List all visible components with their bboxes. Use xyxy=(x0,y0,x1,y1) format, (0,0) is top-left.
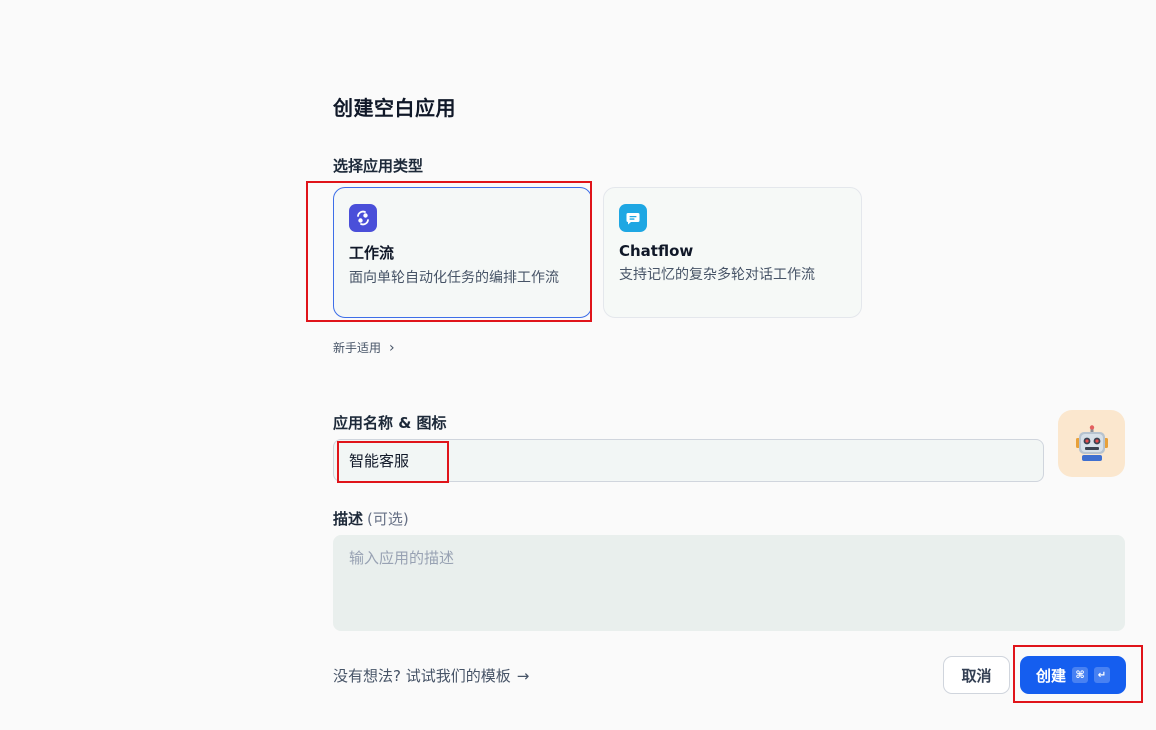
templates-link-label: 没有想法? 试试我们的模板 xyxy=(333,667,511,685)
app-type-card-chatflow[interactable]: Chatflow 支持记忆的复杂多轮对话工作流 xyxy=(603,187,862,318)
description-textarea[interactable]: 输入应用的描述 xyxy=(333,535,1125,631)
cancel-button[interactable]: 取消 xyxy=(943,656,1010,694)
card-title: 工作流 xyxy=(349,244,395,262)
command-key-icon: ⌘ xyxy=(1072,667,1088,683)
beginner-label: 新手适用 xyxy=(333,341,382,355)
enter-key-icon: ↵ xyxy=(1094,667,1110,683)
workflow-icon xyxy=(349,204,377,232)
card-title: Chatflow xyxy=(619,242,694,260)
optional-tag: (可选) xyxy=(367,510,409,528)
description-placeholder: 输入应用的描述 xyxy=(349,549,455,567)
templates-link[interactable]: 没有想法? 试试我们的模板 → xyxy=(333,665,529,686)
arrow-right-icon: → xyxy=(516,667,530,685)
chevron-right-icon: › xyxy=(389,339,395,356)
app-type-label: 选择应用类型 xyxy=(333,157,424,175)
card-description: 支持记忆的复杂多轮对话工作流 xyxy=(619,267,815,283)
cancel-label: 取消 xyxy=(961,666,992,685)
chat-icon xyxy=(619,204,647,232)
app-name-input[interactable]: 智能客服 xyxy=(333,439,1044,482)
app-name-value: 智能客服 xyxy=(349,452,410,470)
create-app-dialog: 创建空白应用 选择应用类型 工作流 面向单轮自动化任务的编排工作流 Chatfl… xyxy=(0,0,1156,730)
beginner-link[interactable]: 新手适用 › xyxy=(333,339,395,356)
description-label: 描述 (可选) xyxy=(333,508,409,529)
robot-icon xyxy=(1075,424,1108,461)
create-label: 创建 xyxy=(1035,666,1066,685)
description-label-text: 描述 xyxy=(333,510,364,528)
app-type-card-workflow[interactable]: 工作流 面向单轮自动化任务的编排工作流 xyxy=(333,187,592,318)
dialog-title: 创建空白应用 xyxy=(333,96,456,120)
app-icon-picker[interactable] xyxy=(1058,410,1125,477)
card-description: 面向单轮自动化任务的编排工作流 xyxy=(349,270,559,286)
create-button[interactable]: 创建 ⌘ ↵ xyxy=(1020,656,1126,694)
name-icon-label: 应用名称 & 图标 xyxy=(333,414,447,432)
